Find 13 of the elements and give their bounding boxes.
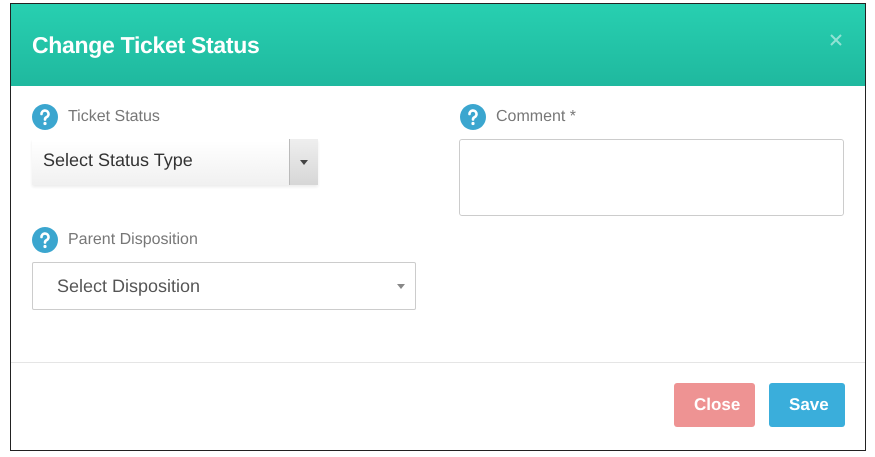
- dialog-title: Change Ticket Status: [32, 32, 260, 58]
- help-icon[interactable]: [32, 104, 58, 130]
- close-icon[interactable]: [829, 33, 843, 47]
- field-label: Ticket Status: [68, 108, 160, 126]
- status-dropdown[interactable]: Select Status Type: [32, 139, 318, 185]
- field-label: Comment *: [496, 108, 576, 126]
- help-icon[interactable]: [32, 227, 58, 253]
- caret-icon: [300, 160, 308, 164]
- caret-icon: [397, 284, 405, 288]
- field-label: Parent Disposition: [68, 231, 198, 249]
- comment-field[interactable]: [459, 139, 844, 216]
- help-icon[interactable]: [460, 104, 486, 130]
- disposition-dropdown[interactable]: Select Disposition: [32, 262, 416, 310]
